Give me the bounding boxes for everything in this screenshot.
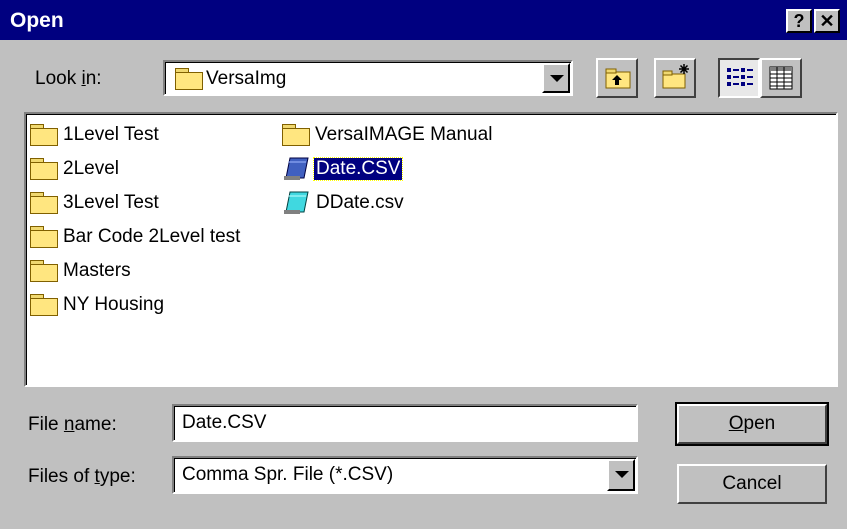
file-type-dropdown[interactable]: Comma Spr. File (*.CSV) [172,456,638,494]
list-item-folder[interactable]: Masters [30,256,133,286]
folder-icon [30,226,58,248]
create-new-folder-button[interactable] [654,58,696,98]
help-icon: ? [793,10,805,31]
look-in-label: Look in: [35,68,102,89]
folder-icon [282,124,310,146]
list-item-file[interactable]: DDate.csv [282,188,406,218]
list-item-folder[interactable]: 3Level Test [30,188,161,218]
close-button[interactable]: ✕ [814,9,840,33]
list-item-folder[interactable]: NY Housing [30,290,166,320]
file-list[interactable]: 1Level Test 2Level 3Level Test Bar Code … [24,112,838,387]
details-view-icon [769,66,793,90]
list-item-folder[interactable]: 2Level [30,154,121,184]
open-button[interactable]: Open [675,402,829,446]
list-item-file[interactable]: Date.CSV [282,154,404,184]
file-type-label: Files of type: [28,466,136,487]
list-view-icon [727,68,753,86]
file-name-value: Date.CSV [182,412,267,433]
help-button[interactable]: ? [786,9,812,33]
file-type-dropdown-arrow[interactable] [607,459,635,491]
dialog-title: Open [10,9,64,32]
folder-icon [30,124,58,146]
look-in-dropdown-arrow[interactable] [542,63,570,93]
cancel-button[interactable]: Cancel [677,464,827,504]
list-view-button[interactable] [718,58,760,98]
folder-icon [30,260,58,282]
folder-icon [30,192,58,214]
up-one-level-button[interactable] [596,58,638,98]
file-name-label: File name: [28,414,117,435]
title-bar: Open ? ✕ [0,0,847,40]
look-in-value: VersaImg [206,68,287,89]
file-type-value: Comma Spr. File (*.CSV) [182,464,394,485]
open-folder-icon [175,68,203,90]
csv-file-icon [284,191,309,214]
folder-icon [30,158,58,180]
new-folder-icon [662,64,689,89]
close-icon: ✕ [819,10,835,31]
list-item-folder[interactable]: Bar Code 2Level test [30,222,242,252]
list-item-folder[interactable]: VersaIMAGE Manual [282,120,494,150]
list-item-folder[interactable]: 1Level Test [30,120,161,150]
csv-file-icon [284,157,309,180]
up-folder-icon [605,68,631,89]
details-view-button[interactable] [760,58,802,98]
look-in-dropdown[interactable]: VersaImg [163,60,573,96]
folder-icon [30,294,58,316]
file-name-input[interactable]: Date.CSV [172,404,638,442]
